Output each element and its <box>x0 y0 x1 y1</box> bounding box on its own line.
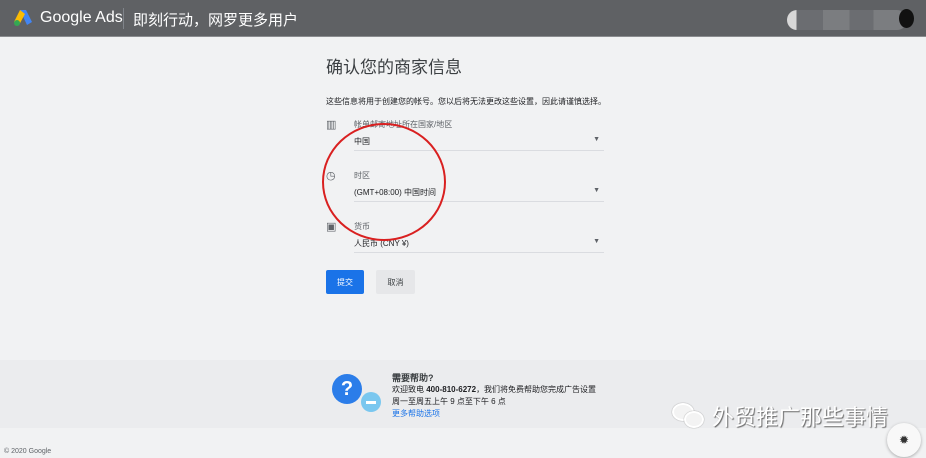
field-underline <box>354 252 604 253</box>
cancel-button[interactable]: 取消 <box>376 270 415 294</box>
dropdown-arrow-icon[interactable]: ▼ <box>593 187 600 194</box>
submit-button[interactable]: 提交 <box>326 270 364 294</box>
country-select[interactable]: ▥ 帐单邮寄地址所在国家/地区 中国 ▼ <box>326 115 606 158</box>
timezone-select[interactable]: ◷ 时区 (GMT+08:00) 中国时间 ▼ <box>326 166 606 209</box>
currency-select[interactable]: ▣ 货币 人民币 (CNY ¥) ▼ <box>326 217 606 260</box>
top-bar: Google Ads 即刻行动，网罗更多用户 <box>0 0 926 37</box>
field-value[interactable]: 中国 <box>354 136 370 147</box>
page-description: 这些信息将用于创建您的帐号。您以后将无法更改这些设置，因此请谨慎选择。 <box>326 97 606 106</box>
help-hours: 周一至周五上午 9 点至下午 6 点 <box>392 397 506 406</box>
field-label: 时区 <box>354 171 370 180</box>
help-question-icon: ? <box>332 374 362 404</box>
avatar[interactable] <box>899 9 914 28</box>
field-underline <box>354 150 604 151</box>
field-label: 货币 <box>354 222 370 231</box>
field-label: 帐单邮寄地址所在国家/地区 <box>354 120 453 129</box>
field-underline <box>354 201 604 202</box>
business-info-form: 确认您的商家信息 这些信息将用于创建您的帐号。您以后将无法更改这些设置，因此请谨… <box>326 50 606 294</box>
clock-icon: ◷ <box>326 170 336 182</box>
watermark-text: 外贸推广那些事情 <box>712 405 889 430</box>
copyright: © 2020 Google <box>4 448 52 455</box>
watermark: 外贸推广那些事情 <box>672 400 888 432</box>
help-title: 需要帮助? <box>392 373 434 383</box>
help-phone-line: 欢迎致电 400-810-6272，我们将免费帮助您完成广告设置 <box>392 384 596 396</box>
chat-icon: ▬ <box>361 392 381 412</box>
field-value[interactable]: (GMT+08:00) 中国时间 <box>354 187 436 198</box>
dropdown-arrow-icon[interactable]: ▼ <box>593 238 600 245</box>
bug-report-button[interactable]: ✹ <box>887 423 921 457</box>
wechat-icon <box>672 401 706 431</box>
more-help-link[interactable]: 更多帮助选项 <box>392 408 596 420</box>
map-icon: ▥ <box>326 119 337 131</box>
currency-icon: ▣ <box>326 221 337 233</box>
page-title: 确认您的商家信息 <box>326 58 462 77</box>
help-phone: 400-810-6272 <box>426 385 477 394</box>
help-text: 需要帮助? 欢迎致电 400-810-6272，我们将免费帮助您完成广告设置 周… <box>392 372 596 420</box>
google-ads-logo-icon[interactable] <box>13 9 33 27</box>
help-suffix: ，我们将免费帮助您完成广告设置 <box>476 385 597 394</box>
divider <box>123 8 124 29</box>
dropdown-arrow-icon[interactable]: ▼ <box>593 136 600 143</box>
field-value[interactable]: 人民币 (CNY ¥) <box>354 238 409 249</box>
help-prefix: 欢迎致电 <box>392 385 427 394</box>
brand-name[interactable]: Google Ads <box>40 9 123 27</box>
slogan: 即刻行动，网罗更多用户 <box>133 12 299 29</box>
account-switcher[interactable] <box>787 10 907 30</box>
